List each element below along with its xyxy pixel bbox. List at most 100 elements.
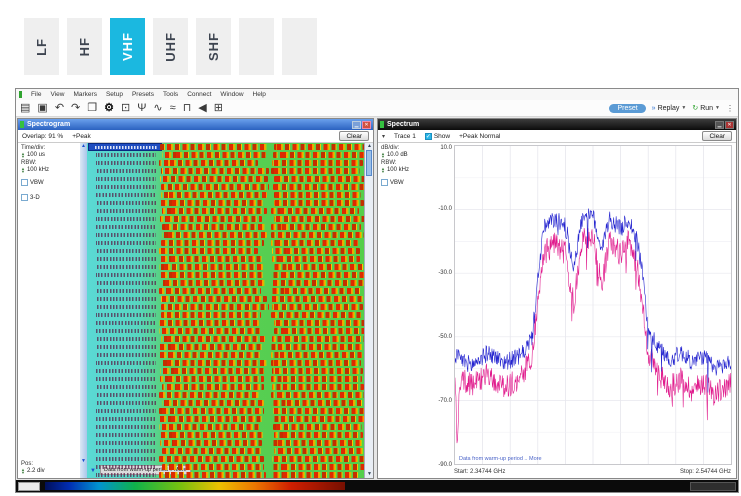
spectrum-plot-area[interactable]: Data from warm-up period .. More Start: … [454, 143, 733, 478]
db-div-stepper[interactable]: ▲▼ [381, 152, 385, 158]
spectrogram-row[interactable] [87, 175, 364, 183]
clear-button[interactable]: Clear [339, 131, 369, 141]
spectrogram-row[interactable] [87, 415, 364, 423]
spectrogram-row[interactable] [87, 391, 364, 399]
spectrogram-row[interactable] [87, 351, 364, 359]
spectrogram-titlebar[interactable]: Spectrogram ▁ ✕ [18, 119, 373, 130]
close-button[interactable]: ✕ [362, 121, 371, 129]
menu-item-presets[interactable]: Presets [132, 91, 154, 98]
spectrogram-row[interactable] [87, 463, 364, 471]
export-icon[interactable]: ⊞ [214, 103, 223, 114]
antenna-icon[interactable]: Ψ [137, 103, 146, 114]
spectrogram-row[interactable] [87, 335, 364, 343]
minimize-button[interactable]: ▁ [715, 121, 724, 129]
spectrogram-row[interactable] [87, 167, 364, 175]
spectrogram-row[interactable] [87, 207, 364, 215]
menu-item-markers[interactable]: Markers [73, 91, 96, 98]
arrow-down-icon[interactable]: ▼ [80, 458, 87, 464]
spectrogram-row[interactable] [87, 423, 364, 431]
spectrogram-row[interactable] [87, 215, 364, 223]
spectrogram-row[interactable] [87, 183, 364, 191]
minimize-button[interactable]: ▁ [352, 121, 361, 129]
clear-button[interactable]: Clear [702, 131, 732, 141]
marker-peak-icon[interactable]: ∿ [153, 103, 162, 114]
spectrogram-row[interactable] [87, 199, 364, 207]
arrow-up-icon[interactable]: ▲ [80, 143, 87, 149]
scrollbar-thumb[interactable] [366, 150, 372, 176]
band-tab-hf[interactable]: HF [67, 18, 102, 75]
spectrogram-row[interactable] [87, 399, 364, 407]
spectrogram-row[interactable] [87, 271, 364, 279]
band-tab-lf[interactable]: LF [24, 18, 59, 75]
display-select-icon[interactable]: ⊡ [121, 103, 130, 114]
spectrogram-row[interactable] [87, 143, 364, 151]
spectrogram-row[interactable] [87, 407, 364, 415]
preset-button[interactable]: Preset [609, 104, 645, 113]
pulse-icon[interactable]: ⊓ [183, 103, 192, 114]
3d-checkbox[interactable]: 3-D [21, 194, 78, 201]
spectrogram-row[interactable] [87, 319, 364, 327]
pos-stepper[interactable]: ▲▼ [21, 468, 25, 474]
spectrogram-row[interactable] [87, 471, 364, 478]
spectrogram-row[interactable] [87, 455, 364, 463]
trace-selector[interactable]: Trace 1 [394, 133, 416, 140]
copy-display-icon[interactable]: ❐ [87, 103, 97, 114]
spectrogram-row[interactable] [87, 311, 364, 319]
run-button[interactable]: ↻ Run ▼ [692, 104, 720, 112]
spectrogram-row[interactable] [87, 447, 364, 455]
rbw-stepper[interactable]: ▲▼ [381, 167, 385, 173]
waveform-icon[interactable]: ≈ [170, 103, 176, 114]
spectrogram-row[interactable] [87, 303, 364, 311]
spectrogram-row[interactable] [87, 247, 364, 255]
band-tab-blank[interactable] [239, 18, 274, 75]
spectrogram-row[interactable] [87, 343, 364, 351]
redo-icon[interactable]: ↷ [71, 103, 80, 114]
spectrogram-row[interactable] [87, 367, 364, 375]
band-tab-shf[interactable]: SHF [196, 18, 231, 75]
spectrogram-row[interactable] [87, 359, 364, 367]
settings-gear-icon[interactable]: ⚙ [104, 103, 114, 114]
spectrogram-row[interactable] [87, 191, 364, 199]
status-bar-grip[interactable] [690, 482, 736, 491]
spectrogram-row[interactable] [87, 439, 364, 447]
spectrogram-row[interactable] [87, 327, 364, 335]
scroll-up-icon[interactable]: ▲ [365, 143, 374, 150]
vbw-checkbox[interactable]: VBW [21, 179, 78, 186]
show-checkbox[interactable]: ✓ Show [425, 133, 450, 140]
rbw-stepper[interactable]: ▲▼ [21, 167, 25, 173]
spectrogram-row[interactable] [87, 279, 364, 287]
spectrum-titlebar[interactable]: Spectrum ▁ ✕ [378, 119, 736, 130]
spectrogram-row[interactable] [87, 159, 364, 167]
close-button[interactable]: ✕ [725, 121, 734, 129]
spectrogram-row[interactable] [87, 223, 364, 231]
menu-item-window[interactable]: Window [220, 91, 243, 98]
menu-item-file[interactable]: File [31, 91, 41, 98]
band-tab-uhf[interactable]: UHF [153, 18, 188, 75]
open-icon[interactable]: ▤ [20, 103, 30, 114]
menu-item-tools[interactable]: Tools [163, 91, 178, 98]
time-div-stepper[interactable]: ▲▼ [21, 152, 25, 158]
vbw-checkbox[interactable]: VBW [381, 179, 426, 186]
menu-item-help[interactable]: Help [253, 91, 266, 98]
spectrogram-waterfall[interactable]: ▼ Data from warm-up period .. More [87, 143, 364, 478]
undo-icon[interactable]: ↶ [55, 103, 64, 114]
spectrogram-row[interactable] [87, 295, 364, 303]
menu-item-setup[interactable]: Setup [106, 91, 123, 98]
more-options-icon[interactable]: ⋮ [726, 104, 734, 113]
audio-icon[interactable]: ◀ [198, 103, 206, 114]
spectrogram-row[interactable] [87, 383, 364, 391]
menu-item-connect[interactable]: Connect [187, 91, 211, 98]
chevron-down-icon[interactable]: ▾ [382, 133, 385, 140]
spectrogram-row[interactable] [87, 287, 364, 295]
spectrogram-row[interactable] [87, 151, 364, 159]
save-icon[interactable]: ▣ [37, 103, 47, 114]
spectrogram-row[interactable] [87, 231, 364, 239]
scroll-down-icon[interactable]: ▼ [365, 471, 374, 478]
spectrogram-row[interactable] [87, 239, 364, 247]
band-tab-blank[interactable] [282, 18, 317, 75]
spectrogram-row[interactable] [87, 255, 364, 263]
band-tab-vhf[interactable]: VHF [110, 18, 145, 75]
spectrogram-scrollbar[interactable]: ▲ ▼ [364, 143, 373, 478]
menu-item-view[interactable]: View [50, 91, 64, 98]
spectrogram-row[interactable] [87, 431, 364, 439]
